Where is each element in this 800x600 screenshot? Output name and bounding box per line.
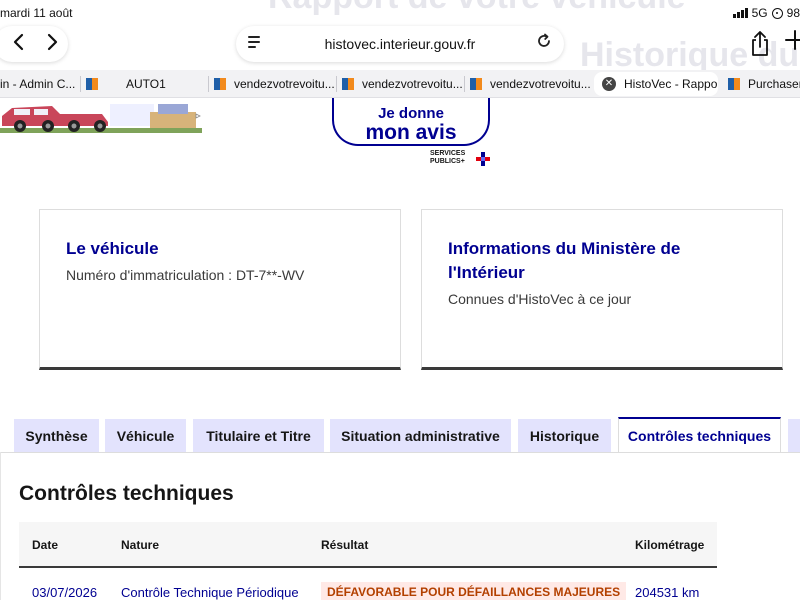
site-favicon-icon xyxy=(470,78,482,90)
browser-tab-bar: in - Admin C... AUTO1 vendezvotrevoitu..… xyxy=(0,70,800,98)
services-publics-logo: SERVICES PUBLICS+ xyxy=(430,150,494,170)
tab-controles-techniques[interactable]: Contrôles techniques xyxy=(618,417,781,452)
status-indicators: 5G 98 xyxy=(732,6,800,20)
browser-tab-label: AUTO1 xyxy=(126,77,166,91)
browser-toolbar: histovec.interieur.gouv.fr xyxy=(0,22,800,68)
feedback-line-2: mon avis xyxy=(365,121,457,144)
page-content: Je donne mon avis SERVICES PUBLICS+ Le v… xyxy=(0,98,800,600)
tab-situation-administrative[interactable]: Situation administrative xyxy=(330,419,511,452)
row-mileage: 204531 km xyxy=(635,585,700,600)
vehicle-illustration xyxy=(0,104,202,133)
ministry-title-line-2: l'Intérieur xyxy=(448,263,525,282)
browser-tab[interactable]: AUTO1 xyxy=(86,72,206,96)
battery-level: 98 xyxy=(786,6,800,20)
browser-tab[interactable]: in - Admin C... xyxy=(0,72,78,96)
browser-tab-label: in - Admin C... xyxy=(0,77,76,91)
column-header-mileage: Kilométrage xyxy=(635,538,705,552)
site-favicon-icon xyxy=(342,78,354,90)
column-header-result: Résultat xyxy=(321,538,369,552)
browser-tab-label: vendezvotrevoitu... xyxy=(234,77,334,91)
ministry-title-line-1: Informations du Ministère de xyxy=(448,239,681,258)
table-row: 03/07/2026 Contrôle Technique Périodique… xyxy=(19,570,717,600)
address-bar[interactable]: histovec.interieur.gouv.fr xyxy=(236,26,564,62)
reload-button[interactable] xyxy=(536,33,552,54)
report-tabs: Synthèse Véhicule Titulaire et Titre Sit… xyxy=(0,417,800,453)
plus-icon xyxy=(785,30,800,50)
back-button[interactable] xyxy=(12,32,26,56)
site-favicon-icon xyxy=(86,78,98,90)
tab-divider xyxy=(336,76,337,92)
result-status-badge: DÉFAVORABLE POUR DÉFAILLANCES MAJEURES xyxy=(321,582,627,600)
close-tab-icon[interactable]: ✕ xyxy=(602,77,616,91)
tab-synthese[interactable]: Synthèse xyxy=(14,419,99,452)
url-text[interactable]: histovec.interieur.gouv.fr xyxy=(236,36,564,52)
browser-tab-label: HistoVec - Rappo... xyxy=(624,77,718,91)
feedback-button[interactable]: Je donne mon avis xyxy=(332,98,490,146)
signal-icon xyxy=(732,8,748,18)
vehicle-card: Le véhicule Numéro d'immatriculation : D… xyxy=(39,209,401,370)
tab-vehicule[interactable]: Véhicule xyxy=(105,419,186,452)
ministry-card-desc: Connues d'HistoVec à ce jour xyxy=(448,291,632,307)
tab-divider xyxy=(208,76,209,92)
tab-divider xyxy=(80,76,81,92)
screen: Rapport de votre véhicule Historique du … xyxy=(0,0,800,600)
column-header-date: Date xyxy=(32,538,59,552)
registration-number: Numéro d'immatriculation : DT-7**-WV xyxy=(66,267,305,283)
chevron-left-icon xyxy=(13,33,23,51)
orientation-lock-icon xyxy=(771,7,783,19)
reload-icon xyxy=(538,33,550,47)
tab-more[interactable] xyxy=(788,419,800,452)
tab-titulaire-titre[interactable]: Titulaire et Titre xyxy=(193,419,324,452)
table-header: Date Nature Résultat Kilométrage xyxy=(19,522,717,568)
share-button[interactable] xyxy=(748,30,772,58)
browser-tab[interactable]: vendezvotrevoitu... xyxy=(214,72,334,96)
browser-tab[interactable]: Purchaser xyxy=(728,72,800,96)
status-date: mardi 11 août xyxy=(0,6,73,20)
forward-button[interactable] xyxy=(45,32,59,56)
browser-tab-active[interactable]: ✕ HistoVec - Rappo... xyxy=(594,72,718,96)
tab-divider xyxy=(464,76,465,92)
ministry-card-title: Informations du Ministère de l'Intérieur xyxy=(448,237,680,285)
row-nature: Contrôle Technique Périodique xyxy=(121,585,299,600)
plus-cross-icon xyxy=(476,152,490,166)
site-favicon-icon xyxy=(728,78,740,90)
chevron-right-icon xyxy=(47,33,57,51)
navigation-controls xyxy=(0,26,68,62)
vehicle-card-title: Le véhicule xyxy=(66,239,159,258)
browser-tab-label: vendezvotrevoitu... xyxy=(490,77,590,91)
network-label: 5G xyxy=(751,6,768,20)
row-date: 03/07/2026 xyxy=(32,585,98,600)
new-tab-button[interactable] xyxy=(784,28,800,56)
column-header-nature: Nature xyxy=(121,538,160,552)
browser-tab[interactable]: vendezvotrevoitu... xyxy=(470,72,590,96)
tab-historique[interactable]: Historique xyxy=(518,419,611,452)
feedback-line-1: Je donne xyxy=(378,105,444,122)
section-title: Contrôles techniques xyxy=(19,482,234,505)
browser-tab-label: vendezvotrevoitu... xyxy=(362,77,462,91)
browser-tab-label: Purchaser xyxy=(748,77,800,91)
site-favicon-icon xyxy=(214,78,226,90)
share-icon xyxy=(752,31,768,56)
technical-controls-section: Contrôles techniques Date Nature Résulta… xyxy=(0,452,800,600)
browser-tab[interactable]: vendezvotrevoitu... xyxy=(342,72,462,96)
ministry-card: Informations du Ministère de l'Intérieur… xyxy=(421,209,783,370)
